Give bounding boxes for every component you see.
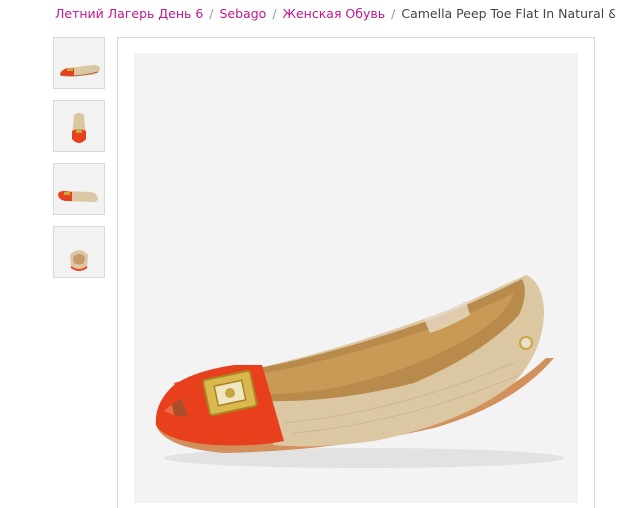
breadcrumb-link-womens-shoes[interactable]: Женская Обувь xyxy=(283,6,386,21)
thumbnail-side-reverse-view[interactable] xyxy=(53,163,105,215)
breadcrumb-separator: / xyxy=(209,6,214,21)
shoe-side-reverse-thumbnail-image xyxy=(54,164,104,214)
breadcrumb: Летний Лагерь День 6 / Sebago / Женская Обув… xyxy=(55,6,615,22)
shoe-front-thumbnail-image xyxy=(54,101,104,151)
shoe-back-thumbnail-image xyxy=(54,227,104,277)
thumbnail-strip xyxy=(53,37,105,289)
breadcrumb-current-product: Camella Peep Toe Flat In Natural & Orang… xyxy=(401,6,615,21)
breadcrumb-link-sebago[interactable]: Sebago xyxy=(220,6,267,21)
product-main-photo[interactable] xyxy=(134,53,578,503)
thumbnail-back-view[interactable] xyxy=(53,226,105,278)
breadcrumb-separator: / xyxy=(272,6,277,21)
shoe-main-image xyxy=(134,53,578,503)
breadcrumb-separator: / xyxy=(391,6,396,21)
main-image-frame xyxy=(117,37,595,508)
thumbnail-side-view[interactable] xyxy=(53,37,105,89)
thumbnail-front-view[interactable] xyxy=(53,100,105,152)
breadcrumb-link-summer-camp[interactable]: Летний Лагерь День 6 xyxy=(55,6,203,21)
shoe-side-thumbnail-image xyxy=(54,38,104,88)
